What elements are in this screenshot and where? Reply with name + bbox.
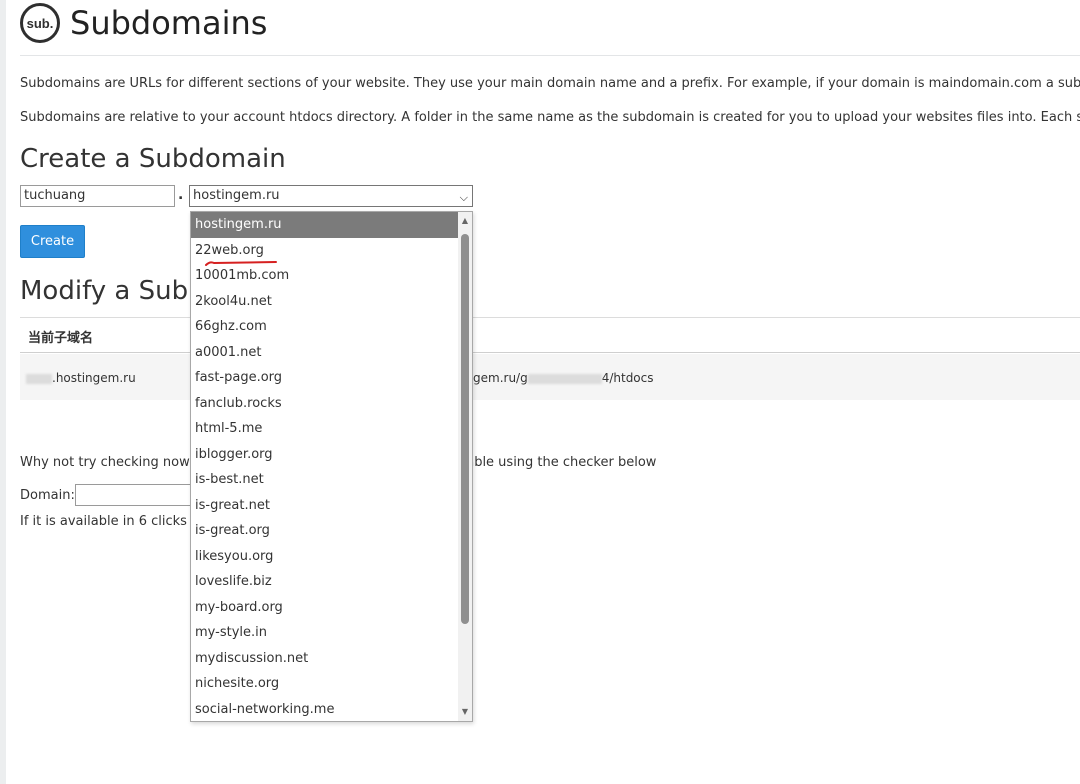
domain-options: hostingem.ru 22web.org 10001mb.com 2kool… [191,212,458,722]
header-divider [20,55,1080,56]
domain-option[interactable]: is-great.net [191,493,458,519]
domain-option[interactable]: 2kool4u.net [191,289,458,315]
domain-option[interactable]: fanclub.rocks [191,391,458,417]
domain-option[interactable]: a0001.net [191,340,458,366]
dropdown-scrollbar[interactable]: ▲ ▼ [458,212,472,721]
domain-option[interactable]: my-style.in [191,620,458,646]
domain-option[interactable]: mydiscussion.net [191,646,458,672]
domain-option[interactable]: my-board.org [191,595,458,621]
domain-dropdown-list[interactable]: hostingem.ru 22web.org 10001mb.com 2kool… [190,211,473,722]
domain-option[interactable]: is-great.org [191,518,458,544]
description-line-2: Subdomains are relative to your account … [20,110,1080,125]
scroll-up-arrow-icon[interactable]: ▲ [458,214,472,228]
subdomain-name-cell: .hostingem.ru [26,371,136,385]
domain-select-value: hostingem.ru [193,188,280,203]
redacted-text [527,373,602,384]
domain-option[interactable]: is-best.net [191,467,458,493]
current-subdomain-column-header: 当前子域名 [28,331,94,346]
scroll-down-arrow-icon[interactable]: ▼ [458,705,472,719]
domain-option[interactable]: 66ghz.com [191,314,458,340]
domain-option[interactable]: nichesite.org [191,671,458,697]
table-divider-header [20,352,1080,353]
domain-option[interactable]: iblogger.org [191,442,458,468]
domain-select[interactable]: hostingem.ru ⌵ [189,185,473,207]
checker-intro-text-end: ilable using the checker below [459,455,657,470]
table-divider-top [20,317,1080,318]
modify-subdomain-title: Modify a Sub [20,276,189,306]
domain-option[interactable]: hostingem.ru [191,212,458,238]
create-button[interactable]: Create [20,225,85,258]
domain-option[interactable]: social-networking.me [191,697,458,722]
domain-option[interactable]: fast-page.org [191,365,458,391]
subdomains-page: sub. Subdomains Subdomains are URLs for … [0,0,1080,784]
domain-separator: . [178,187,184,203]
subdomains-logo-icon: sub. [20,3,60,43]
description-line-1: Subdomains are URLs for different sectio… [20,76,1080,91]
checker-intro-text: Why not try checking now to [20,455,207,470]
create-subdomain-title: Create a Subdomain [20,144,286,174]
subdomain-name-suffix: .hostingem.ru [52,371,136,385]
subdomain-input[interactable]: tuchuang [20,185,175,207]
page-title: Subdomains [70,4,268,42]
chevron-down-icon: ⌵ [459,191,468,204]
page-header: sub. Subdomains [20,0,267,46]
scrollbar-thumb[interactable] [461,234,469,624]
table-row: .hostingem.ru gem.ru/g 4/htdocs [20,354,1080,400]
domain-check-label: Domain: [20,488,75,503]
domain-option[interactable]: likesyou.org [191,544,458,570]
subdomain-path-cell: gem.ru/g 4/htdocs [473,371,654,385]
red-annotation-underline [205,261,277,266]
subdomain-path-prefix: gem.ru/g [473,371,528,385]
subdomain-path-suffix: 4/htdocs [601,371,654,385]
domain-option[interactable]: loveslife.biz [191,569,458,595]
domain-check-input[interactable] [75,484,205,506]
redacted-text [26,373,52,384]
checker-availability-text: If it is available in 6 clicks yo [20,514,207,529]
domain-option[interactable]: html-5.me [191,416,458,442]
